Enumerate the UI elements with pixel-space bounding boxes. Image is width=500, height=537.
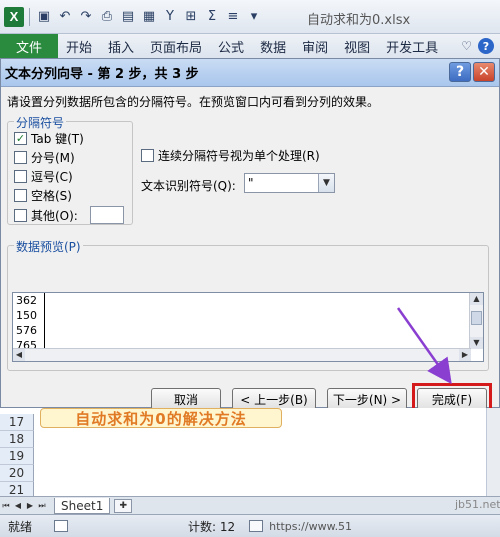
more-icon[interactable]: ▾ (245, 8, 263, 26)
dialog-close-button[interactable]: ✕ (473, 62, 495, 82)
text-qualifier-select[interactable]: " ▼ (244, 173, 335, 193)
last-sheet-icon[interactable]: ⏭ (36, 501, 48, 511)
data-preview-group: 数据预览(P) 362 150 576 765 ▲ ▼ ◀ ▶ (7, 238, 489, 371)
tab-data[interactable]: 数据 (252, 37, 294, 56)
tab-insert[interactable]: 插入 (100, 37, 142, 56)
row-header[interactable]: 19 (0, 448, 34, 465)
text-qualifier-label: 文本识别符号(Q): (141, 179, 236, 193)
consecutive-label: 连续分隔符号视为单个处理(R) (158, 149, 320, 163)
scroll-thumb[interactable] (471, 311, 482, 325)
tab-developer[interactable]: 开发工具 (378, 37, 446, 56)
data-preview-box[interactable]: 362 150 576 765 ▲ ▼ ◀ ▶ (12, 292, 484, 362)
calculator-icon[interactable]: ▦ (140, 8, 158, 26)
chevron-down-icon[interactable]: ▼ (318, 174, 334, 192)
cancel-button[interactable]: 取消 (151, 388, 221, 410)
semicolon-label: 分号(M) (31, 151, 75, 165)
macro-record-icon[interactable] (54, 520, 69, 532)
status-ready: 就绪 (8, 519, 33, 534)
scroll-up-icon[interactable]: ▲ (470, 293, 483, 305)
quick-access-toolbar: X ▣ ↶ ↷ ⎙ ▤ ▦ Y ⊞ Σ ≡ ▾ 自动求和为0.xlsx (0, 0, 500, 34)
tab-review[interactable]: 审阅 (294, 37, 336, 56)
filter-icon[interactable]: Y (161, 8, 179, 26)
sheet-vertical-scrollbar[interactable] (486, 408, 500, 496)
dialog-instruction: 请设置分列数据所包含的分隔符号。在预览窗口内可看到分列的效果。 (7, 95, 380, 109)
tab-checkbox[interactable]: ✓ (14, 132, 27, 145)
watermark-text: jb51.net (455, 498, 500, 511)
delimiter-tab-option[interactable]: ✓ Tab 键(T) (14, 130, 84, 147)
row-header[interactable]: 17 (0, 414, 34, 431)
ribbon-collapse-icon[interactable]: ♡ (461, 39, 472, 53)
delimiter-other-option[interactable]: 其他(O): (14, 207, 78, 224)
ribbon-tabs: 文件 开始 插入 页面布局 公式 数据 审阅 视图 开发工具 ♡ ? (0, 34, 500, 58)
print-preview-icon[interactable]: ⎙ (98, 8, 116, 26)
preview-vertical-scrollbar[interactable]: ▲ ▼ (469, 293, 483, 349)
preview-cell: 362 (16, 294, 37, 307)
next-sheet-icon[interactable]: ▶ (24, 501, 36, 510)
tab-page-layout[interactable]: 页面布局 (142, 37, 210, 56)
save-icon[interactable]: ▣ (35, 8, 53, 26)
redo-icon[interactable]: ↷ (77, 8, 95, 26)
worksheet-area[interactable]: 17 18 19 20 21 自动求和为0的解决方法 (0, 408, 500, 499)
scroll-down-icon[interactable]: ▼ (470, 337, 483, 349)
status-count: 计数: 12 (188, 519, 236, 534)
back-button[interactable]: < 上一步(B) (232, 388, 316, 410)
preview-cell: 576 (16, 324, 37, 337)
format-painter-icon[interactable]: ▤ (119, 8, 137, 26)
next-button[interactable]: 下一步(N) > (327, 388, 407, 410)
data-preview-label: 数据预览(P) (14, 238, 83, 255)
banner-cell-text[interactable]: 自动求和为0的解决方法 (40, 408, 282, 428)
tab-home[interactable]: 开始 (58, 37, 100, 56)
delimiters-group: 分隔符号 ✓ Tab 键(T) 分号(M) 逗号(C) 空格(S) 其他(O): (7, 114, 133, 225)
sheet-tab[interactable]: Sheet1 (54, 497, 111, 514)
excel-logo-icon[interactable]: X (4, 6, 24, 27)
space-label: 空格(S) (31, 189, 72, 203)
toolbar-separator (29, 7, 30, 26)
other-delimiter-input[interactable] (90, 206, 124, 224)
text-qualifier-value: " (248, 176, 254, 190)
finish-button[interactable]: 完成(F) (417, 388, 487, 410)
new-sheet-icon[interactable]: ✚ (114, 498, 133, 513)
dialog-title: 文本分列向导 - 第 2 步，共 3 步 (1, 59, 499, 87)
space-checkbox[interactable] (14, 189, 27, 202)
status-bar: 就绪 计数: 12 https://www.51 (0, 514, 500, 537)
dialog-help-button[interactable]: ? (449, 62, 471, 82)
tab-label: Tab 键(T) (31, 132, 84, 146)
consecutive-delimiters-option[interactable]: 连续分隔符号视为单个处理(R) (141, 147, 320, 164)
tab-formulas[interactable]: 公式 (210, 37, 252, 56)
comma-checkbox[interactable] (14, 170, 27, 183)
delimiter-semicolon-option[interactable]: 分号(M) (14, 149, 75, 166)
undo-icon[interactable]: ↶ (56, 8, 74, 26)
prev-sheet-icon[interactable]: ◀ (12, 501, 24, 510)
borders-icon[interactable]: ⊞ (182, 8, 200, 26)
preview-column[interactable]: 362 150 576 765 (13, 293, 45, 353)
tab-file[interactable]: 文件 (0, 34, 58, 58)
tab-view[interactable]: 视图 (336, 37, 378, 56)
semicolon-checkbox[interactable] (14, 151, 27, 164)
delimiter-comma-option[interactable]: 逗号(C) (14, 168, 73, 185)
text-to-columns-dialog: 文本分列向导 - 第 2 步，共 3 步 ? ✕ 请设置分列数据所包含的分隔符号… (0, 58, 500, 415)
delimiters-group-label: 分隔符号 (14, 114, 67, 131)
preview-cell: 150 (16, 309, 37, 322)
scroll-right-icon[interactable]: ▶ (459, 349, 471, 361)
file-title: 自动求和为0.xlsx (307, 13, 411, 28)
scroll-left-icon[interactable]: ◀ (13, 349, 25, 361)
help-icon[interactable]: ? (478, 38, 494, 54)
other-label: 其他(O): (31, 209, 78, 223)
view-buttons (249, 520, 264, 532)
comma-label: 逗号(C) (31, 170, 73, 184)
sheet-tab-bar: ⏮ ◀ ▶ ⏭ Sheet1 ✚ (0, 496, 500, 514)
other-checkbox[interactable] (14, 209, 27, 222)
sum-icon[interactable]: Σ (203, 8, 221, 26)
first-sheet-icon[interactable]: ⏮ (0, 501, 12, 511)
align-icon[interactable]: ≡ (224, 8, 242, 26)
status-zoom-text: https://www.51 (269, 519, 353, 533)
delimiter-space-option[interactable]: 空格(S) (14, 187, 72, 204)
row-header[interactable]: 18 (0, 431, 34, 448)
consecutive-checkbox[interactable] (141, 149, 154, 162)
preview-horizontal-scrollbar[interactable]: ◀ ▶ (13, 348, 471, 361)
row-header[interactable]: 20 (0, 465, 34, 482)
normal-view-icon[interactable] (249, 520, 264, 532)
